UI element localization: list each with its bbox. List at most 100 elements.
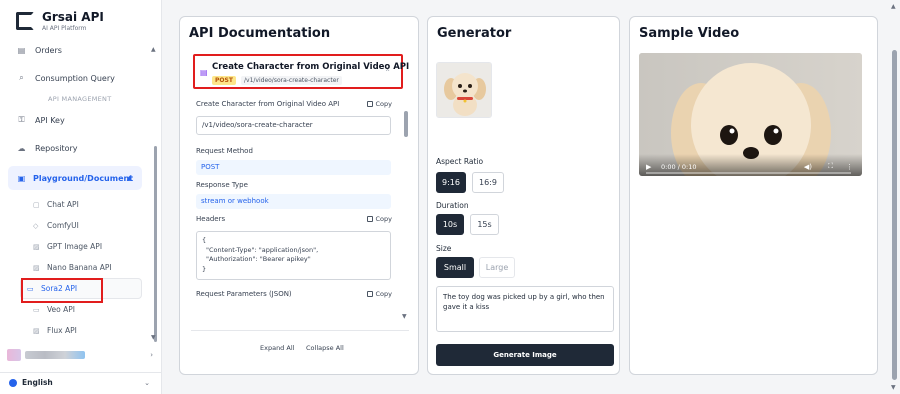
- copy-icon: [366, 291, 373, 297]
- sidebar-item-repository[interactable]: ☁ Repository: [0, 134, 160, 162]
- user-name-redacted: [25, 351, 85, 359]
- globe-icon: [9, 378, 17, 387]
- api-endpoint-card[interactable]: ▤ Create Character from Original Video A…: [193, 54, 409, 89]
- volume-icon[interactable]: ◀): [804, 163, 812, 171]
- sidebar-subitem-sora2-api[interactable]: ▭ Sora2 API: [20, 278, 142, 303]
- image-icon: ▨: [33, 326, 40, 335]
- fullscreen-icon[interactable]: ⛶: [828, 162, 833, 171]
- panel-title: API Documentation: [189, 26, 331, 41]
- panel-title: Sample Video: [639, 26, 740, 41]
- prompt-textarea[interactable]: The toy dog was picked up by a girl, who…: [436, 286, 614, 332]
- video-icon: ▭: [27, 284, 34, 293]
- sidebar-item-playground-document[interactable]: ▣ Playground/Document ▲: [8, 166, 142, 190]
- box-icon: ▤: [17, 45, 26, 55]
- page-scroll-down-icon[interactable]: ▼: [891, 384, 896, 391]
- sidebar-item-label: API Key: [35, 115, 65, 125]
- key-icon: ⚿: [18, 115, 25, 124]
- copy-icon: [366, 101, 373, 107]
- sidebar-subitem-label: Sora2 API: [41, 284, 78, 293]
- duration-15s-option[interactable]: 15s: [470, 214, 499, 235]
- section-api-management: API MANAGEMENT: [48, 95, 112, 103]
- api-card-title: Create Character from Original Video API: [212, 62, 410, 72]
- sidebar-scrollbar[interactable]: [154, 146, 157, 342]
- method-badge: POST: [212, 76, 236, 85]
- aspect-9-16-option[interactable]: 9:16: [436, 172, 466, 193]
- sidebar-item-label: Repository: [35, 143, 78, 153]
- copy-headers-button[interactable]: Copy: [366, 215, 392, 223]
- image-icon: ▨: [33, 263, 40, 272]
- divider: [191, 330, 409, 331]
- search-icon: ⌕: [19, 73, 24, 82]
- code-line: "Content-Type": "application/json",: [206, 245, 319, 254]
- size-small-option[interactable]: Small: [436, 257, 474, 278]
- sidebar-item-label: Playground/Document: [33, 173, 134, 183]
- response-type-label: Response Type: [196, 181, 248, 189]
- sidebar-subitem-comfyui[interactable]: ◇ ComfyUI: [0, 215, 160, 236]
- sidebar-subitem-gpt-image-api[interactable]: ▨ GPT Image API: [0, 236, 160, 257]
- sidebar-scroll-down-icon[interactable]: ▼: [151, 334, 156, 341]
- sidebar-subitem-label: Chat API: [47, 200, 79, 209]
- collapse-all-button[interactable]: Collapse All: [306, 344, 344, 352]
- aspect-ratio-label: Aspect Ratio: [436, 157, 484, 166]
- request-params-label: Request Parameters (JSON): [196, 290, 292, 298]
- sidebar-subitem-flux-api[interactable]: ▨ Flux API: [0, 320, 160, 341]
- brand-subtitle: AI API Platform: [42, 25, 87, 32]
- sidebar-item-api-key[interactable]: ⚿ API Key: [0, 106, 160, 134]
- sidebar: Grsai API AI API Platform ▲ ▤ Orders ⌕ C…: [0, 0, 162, 394]
- sidebar-item-label: Consumption Query: [35, 73, 115, 83]
- chevron-up-icon: ▲: [126, 174, 132, 182]
- endpoint-label: Create Character from Original Video API: [196, 100, 340, 108]
- endpoint-field[interactable]: /v1/video/sora-create-character: [196, 116, 391, 135]
- sidebar-subitem-chat-api[interactable]: ▢ Chat API: [0, 194, 160, 215]
- api-documentation-panel: API Documentation ▤ Create Character fro…: [179, 16, 419, 375]
- sidebar-item-orders[interactable]: ▤ Orders: [0, 36, 160, 64]
- size-large-option[interactable]: Large: [479, 257, 515, 278]
- reference-image-thumbnail[interactable]: [436, 62, 492, 118]
- copy-icon: [366, 216, 373, 222]
- sidebar-subitem-label: ComfyUI: [47, 221, 79, 230]
- sidebar-subitem-label: Flux API: [47, 326, 77, 335]
- copy-endpoint-button[interactable]: Copy: [366, 100, 392, 108]
- code-line: "Authorization": "Bearer apikey": [206, 255, 311, 263]
- user-account[interactable]: ›: [0, 345, 162, 365]
- language-selector[interactable]: English ⌄: [0, 372, 162, 392]
- doc-scrollbar[interactable]: [404, 111, 408, 137]
- sample-video-player[interactable]: ▶ 0:00 / 0:10 ◀) ⛶ ⋮: [639, 53, 862, 176]
- video-progress-bar[interactable]: [646, 172, 851, 174]
- code-line: }: [202, 264, 207, 273]
- language-label: English: [22, 378, 53, 387]
- more-options-icon[interactable]: ⋮: [846, 163, 853, 171]
- chevron-up-icon: ⌃: [384, 68, 391, 77]
- cloud-icon: ☁: [17, 143, 26, 153]
- headers-code-block[interactable]: { "Content-Type": "application/json", "A…: [196, 231, 391, 280]
- sample-video-panel: Sample Video ▶ 0:00 / 0:10 ◀) ⛶ ⋮: [629, 16, 878, 375]
- size-label: Size: [436, 244, 452, 253]
- panel-title: Generator: [437, 26, 512, 41]
- expand-all-button[interactable]: Expand All: [260, 344, 294, 352]
- method-label: Request Method: [196, 147, 253, 155]
- endpoint-path: /v1/video/sora-create-character: [241, 76, 342, 85]
- sidebar-subitem-label: GPT Image API: [47, 242, 103, 251]
- brand-logo-icon: [16, 12, 34, 30]
- sidebar-subitem-veo-api[interactable]: ▭ Veo API: [0, 299, 160, 320]
- avatar: [7, 349, 21, 361]
- copy-label: Copy: [375, 290, 393, 298]
- sidebar-subitem-label: Nano Banana API: [47, 263, 112, 272]
- duration-10s-option[interactable]: 10s: [436, 214, 464, 235]
- brand[interactable]: Grsai API AI API Platform: [16, 10, 104, 32]
- sidebar-subitem-label: Veo API: [47, 305, 76, 314]
- chevron-right-icon: ›: [150, 351, 153, 359]
- copy-params-button[interactable]: Copy: [366, 290, 393, 298]
- sidebar-subitem-nano-banana-api[interactable]: ▨ Nano Banana API: [0, 257, 160, 278]
- folder-icon: ▣: [17, 173, 26, 183]
- sidebar-item-consumption-query[interactable]: ⌕ Consumption Query: [0, 64, 160, 92]
- doc-scroll-down-icon[interactable]: ▼: [402, 313, 407, 320]
- chevron-down-icon: ⌄: [144, 378, 150, 387]
- page-scrollbar[interactable]: [892, 50, 897, 380]
- image-icon: ▨: [33, 242, 40, 251]
- aspect-16-9-option[interactable]: 16:9: [472, 172, 504, 193]
- generate-image-button[interactable]: Generate Image: [436, 344, 614, 366]
- page-scroll-up-icon[interactable]: ▲: [891, 3, 896, 10]
- play-icon[interactable]: ▶: [646, 163, 651, 171]
- video-icon: ▭: [33, 305, 40, 314]
